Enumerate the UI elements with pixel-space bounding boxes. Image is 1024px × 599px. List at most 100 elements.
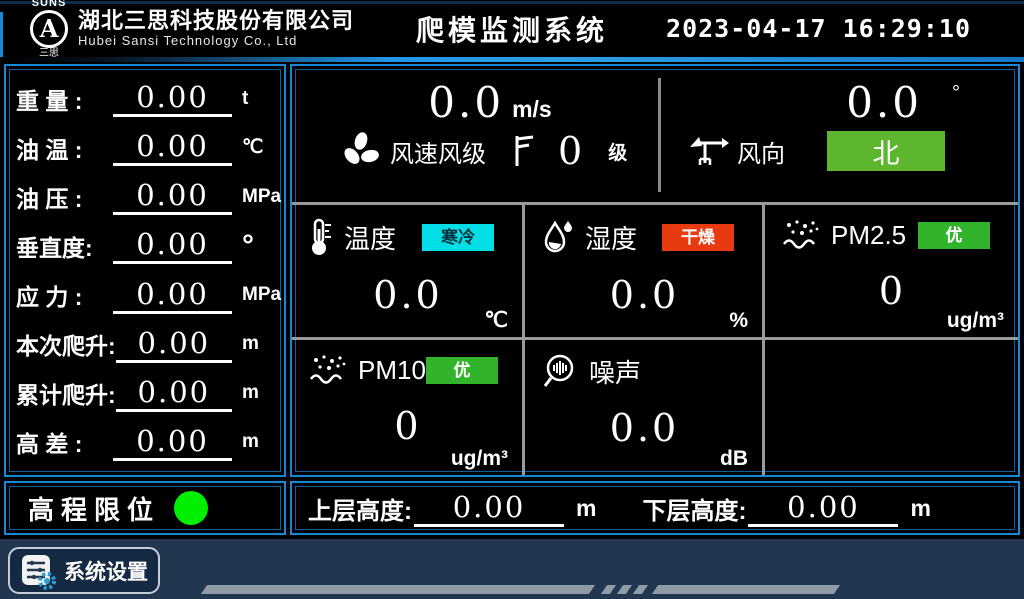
decorative-stripe <box>652 585 840 594</box>
decorative-stripe-slash <box>601 585 616 594</box>
sensor-cell-temperature: 温度 寒冷 0.0 ℃ <box>292 205 525 340</box>
upper-height-field: 0.00 <box>414 490 564 527</box>
sensor-cell-pm10: PM10 优 0 ug/m³ <box>292 340 525 475</box>
row-label: 应 力 : <box>16 278 113 312</box>
lower-height-field: 0.00 <box>748 490 898 527</box>
sensor-value: 0 <box>781 269 1004 313</box>
row-label: 重 量 : <box>16 82 113 116</box>
row-value-field: 0.00 <box>113 129 232 166</box>
row-unit: ℃ <box>238 136 274 159</box>
wind-vane-icon <box>689 133 729 169</box>
row-label: 高 差 : <box>16 425 113 459</box>
measure-row-verticality: 垂直度: 0.00 ° <box>16 221 274 270</box>
row-value: 0.00 <box>136 80 209 114</box>
row-value: 0.00 <box>136 178 209 212</box>
row-value-field: 0.00 <box>116 326 232 363</box>
row-label: 油 温 : <box>16 131 113 165</box>
status-badge: 优 <box>918 222 990 249</box>
measure-row-stress: 应 力 : 0.00 MPa <box>16 271 274 320</box>
sensor-name: PM10 <box>358 355 426 386</box>
row-value: 0.00 <box>138 375 211 409</box>
row-value: 0.00 <box>136 424 209 458</box>
sensor-name: 温度 <box>344 219 396 256</box>
row-value-field: 0.00 <box>113 80 232 117</box>
company-name: 湖北三思科技股份有限公司 Hubei Sansi Technology Co.,… <box>78 8 354 48</box>
sensor-name: 噪声 <box>589 353 641 390</box>
row-unit: m <box>238 431 274 453</box>
row-unit: MPa <box>238 284 274 306</box>
sensor-unit: dB <box>720 447 748 471</box>
wind-grade-unit: 级 <box>608 138 627 165</box>
settings-button-label: 系统设置 <box>64 556 148 586</box>
wind-grade-value: 0 <box>558 129 582 173</box>
row-value-field: 0.00 <box>116 375 232 412</box>
system-settings-button[interactable]: 系统设置 <box>8 547 160 594</box>
wind-speed-value: 0.0 <box>428 78 504 127</box>
row-label: 垂直度: <box>16 229 113 263</box>
row-label: 油 压 : <box>16 180 113 214</box>
sensor-value: 0.0 <box>308 273 508 317</box>
upper-height-value: 0.00 <box>453 490 526 524</box>
lower-height-group: 下层高度: 0.00 m <box>642 490 930 527</box>
monitor-screen: SUNS A 三思 湖北三思科技股份有限公司 Hubei Sansi Techn… <box>0 0 1024 599</box>
decorative-stripe-slash <box>617 585 632 594</box>
elevation-limit-label: 高程限位 <box>28 490 160 527</box>
sensor-cell-noise: 噪声 0.0 dB <box>525 340 765 475</box>
droplet-icon <box>541 217 575 257</box>
sensor-value: 0 <box>308 404 508 448</box>
company-name-en: Hubei Sansi Technology Co., Ltd <box>78 34 354 49</box>
sensor-cell-pm25: PM2.5 优 0 ug/m³ <box>765 205 1018 340</box>
sensor-unit: ug/m³ <box>451 447 508 471</box>
row-value: 0.00 <box>136 129 209 163</box>
company-name-cn: 湖北三思科技股份有限公司 <box>78 8 354 33</box>
measure-row-oil-temp: 油 温 : 0.00 ℃ <box>16 123 274 172</box>
row-unit: m <box>238 382 274 404</box>
wind-direction-block: 0.0 ° 风向 <box>661 66 1018 202</box>
company-logo: SUNS A 三思 <box>30 0 68 59</box>
row-value-field: 0.00 <box>113 227 232 264</box>
sensor-cell-humidity: 湿度 干燥 0.0 % <box>525 205 765 340</box>
upper-height-label: 上层高度: <box>308 491 412 526</box>
measure-row-weight: 重 量 : 0.00 t <box>16 74 274 123</box>
sensor-name: PM2.5 <box>831 220 906 251</box>
row-label: 累计爬升: <box>16 376 116 410</box>
wind-direction-unit: ° <box>952 82 960 127</box>
row-value: 0.00 <box>136 227 209 261</box>
status-light <box>174 491 208 525</box>
environment-panel: 0.0m/s 风速风级 <box>290 64 1020 477</box>
wind-section: 0.0m/s 风速风级 <box>292 66 1018 202</box>
sensor-value: 0.0 <box>541 406 748 450</box>
wind-speed-unit: m/s <box>512 96 552 122</box>
wind-direction-reading: 北 <box>827 131 945 171</box>
page-title: 爬模监测系统 <box>416 9 608 49</box>
dust-icon <box>308 352 348 388</box>
logo-suns-text: SUNS <box>30 0 68 9</box>
status-badge: 干燥 <box>662 224 734 251</box>
row-value-field: 0.00 <box>113 178 232 215</box>
lower-height-value: 0.00 <box>787 490 860 524</box>
sensor-unit: % <box>729 309 748 333</box>
measure-row-total-climb: 累计爬升: 0.00 m <box>16 369 274 418</box>
decorative-stripe <box>201 585 595 594</box>
measurement-panel: 重 量 : 0.00 t 油 温 : 0.00 ℃ 油 压 : 0.00 MPa… <box>4 64 286 477</box>
decorative-stripe-slash <box>633 585 648 594</box>
lower-height-label: 下层高度: <box>642 491 746 526</box>
row-unit: m <box>238 333 274 355</box>
datetime-display: 2023-04-17 16:29:10 <box>666 14 971 43</box>
elevation-limit-box: 高程限位 <box>4 481 286 535</box>
footer-bar: 系统设置 <box>0 539 1024 599</box>
fan-icon <box>340 130 382 172</box>
row-unit: MPa <box>238 186 274 208</box>
row-unit: ° <box>238 239 274 253</box>
noise-icon <box>541 352 579 390</box>
status-badge: 优 <box>426 357 498 384</box>
status-badge: 寒冷 <box>422 224 494 251</box>
wind-direction-value: 0.0 <box>846 78 922 127</box>
measure-row-oil-pressure: 油 压 : 0.00 MPa <box>16 172 274 221</box>
sensor-cell-empty <box>765 340 1018 475</box>
wind-speed-block: 0.0m/s 风速风级 <box>292 66 658 202</box>
wind-direction-label: 风向 <box>737 134 785 169</box>
upper-height-group: 上层高度: 0.00 m <box>308 490 596 527</box>
settings-sliders-gear-icon <box>20 552 56 590</box>
row-value: 0.00 <box>136 277 209 311</box>
